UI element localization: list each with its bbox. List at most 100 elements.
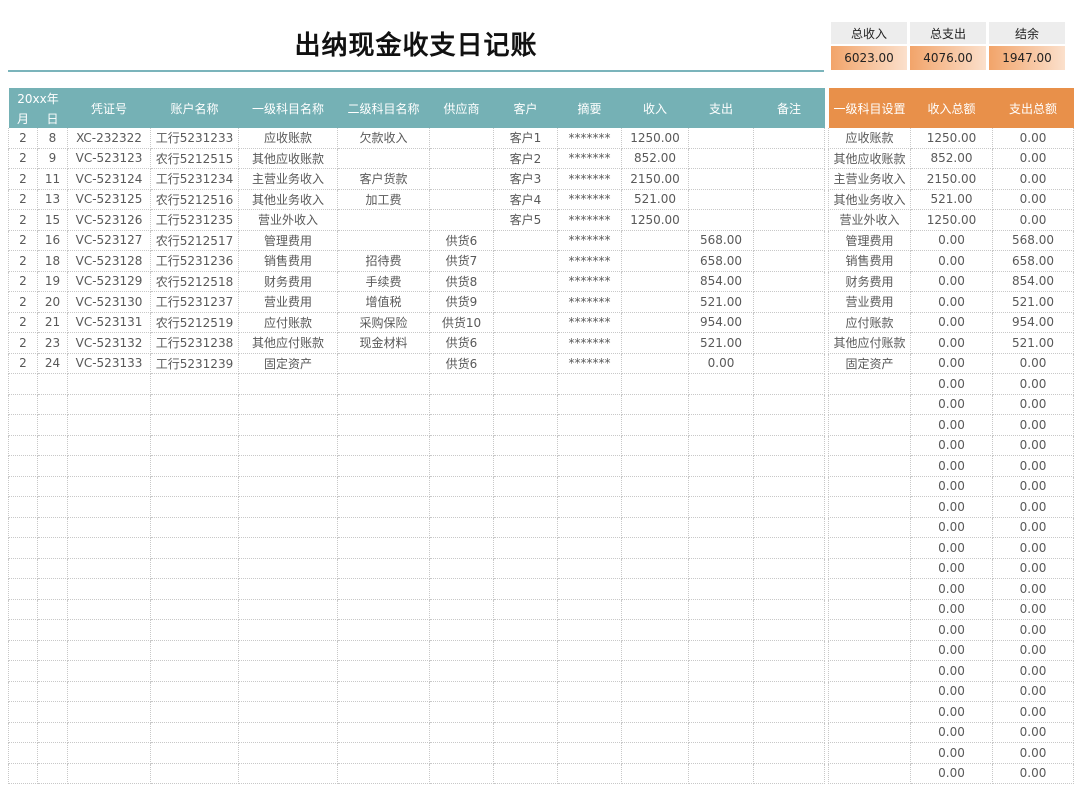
month-cell[interactable] xyxy=(8,681,38,702)
supplier-cell[interactable] xyxy=(429,128,494,149)
account-cell[interactable] xyxy=(150,496,239,518)
day-cell[interactable]: 15 xyxy=(37,209,68,231)
account-cell[interactable] xyxy=(150,660,239,682)
day-cell[interactable] xyxy=(37,537,68,559)
income-cell[interactable] xyxy=(621,537,689,559)
subject-name-cell[interactable]: 其他应付账款 xyxy=(828,332,911,354)
customer-cell[interactable] xyxy=(493,455,558,477)
expense-total-cell[interactable]: 0.00 xyxy=(992,701,1074,723)
month-cell[interactable] xyxy=(8,476,38,497)
secondary-subject-cell[interactable] xyxy=(337,763,430,784)
month-cell[interactable]: 2 xyxy=(8,271,38,292)
expense-cell[interactable] xyxy=(688,660,754,682)
customer-cell[interactable] xyxy=(493,681,558,702)
supplier-cell[interactable] xyxy=(429,209,494,231)
customer-cell[interactable] xyxy=(493,373,558,395)
expense-cell[interactable] xyxy=(688,455,754,477)
supplier-cell[interactable]: 供货6 xyxy=(429,353,494,374)
day-cell[interactable] xyxy=(37,681,68,702)
income-cell[interactable]: 852.00 xyxy=(621,148,689,169)
secondary-subject-cell[interactable] xyxy=(337,435,430,456)
expense-total-cell[interactable]: 0.00 xyxy=(992,189,1074,210)
remark-cell[interactable] xyxy=(753,353,825,374)
month-cell[interactable] xyxy=(8,455,38,477)
subject-name-cell[interactable] xyxy=(828,722,911,743)
summary-cell[interactable] xyxy=(557,681,622,702)
remark-cell[interactable] xyxy=(753,742,825,764)
secondary-subject-cell[interactable]: 手续费 xyxy=(337,271,430,292)
income-total-cell[interactable]: 0.00 xyxy=(910,414,993,436)
customer-cell[interactable] xyxy=(493,578,558,600)
supplier-cell[interactable] xyxy=(429,168,494,190)
summary-cell[interactable]: ******* xyxy=(557,209,622,231)
voucher-cell[interactable] xyxy=(67,414,151,436)
voucher-cell[interactable] xyxy=(67,722,151,743)
customer-cell[interactable] xyxy=(493,230,558,251)
account-cell[interactable] xyxy=(150,640,239,661)
expense-cell[interactable]: 854.00 xyxy=(688,271,754,292)
expense-total-cell[interactable]: 568.00 xyxy=(992,230,1074,251)
day-cell[interactable] xyxy=(37,640,68,661)
secondary-subject-cell[interactable]: 增值税 xyxy=(337,291,430,313)
income-total-cell[interactable]: 0.00 xyxy=(910,373,993,395)
customer-cell[interactable] xyxy=(493,414,558,436)
month-cell[interactable] xyxy=(8,558,38,579)
expense-cell[interactable] xyxy=(688,558,754,579)
supplier-cell[interactable] xyxy=(429,394,494,415)
month-cell[interactable]: 2 xyxy=(8,148,38,169)
income-total-cell[interactable]: 0.00 xyxy=(910,517,993,538)
expense-total-cell[interactable]: 0.00 xyxy=(992,599,1074,620)
income-total-cell[interactable]: 0.00 xyxy=(910,599,993,620)
account-cell[interactable]: 农行5212519 xyxy=(150,312,239,333)
supplier-cell[interactable]: 供货10 xyxy=(429,312,494,333)
primary-subject-cell[interactable]: 应付账款 xyxy=(238,312,338,333)
customer-cell[interactable] xyxy=(493,640,558,661)
day-cell[interactable] xyxy=(37,722,68,743)
expense-total-cell[interactable]: 0.00 xyxy=(992,619,1074,641)
remark-cell[interactable] xyxy=(753,168,825,190)
month-cell[interactable] xyxy=(8,640,38,661)
secondary-subject-cell[interactable] xyxy=(337,353,430,374)
income-total-cell[interactable]: 0.00 xyxy=(910,537,993,559)
income-cell[interactable] xyxy=(621,722,689,743)
income-total-cell[interactable]: 0.00 xyxy=(910,271,993,292)
expense-total-cell[interactable]: 0.00 xyxy=(992,455,1074,477)
voucher-cell[interactable]: VC-523132 xyxy=(67,332,151,354)
day-cell[interactable]: 11 xyxy=(37,168,68,190)
supplier-cell[interactable] xyxy=(429,476,494,497)
account-cell[interactable]: 工行5231237 xyxy=(150,291,239,313)
income-cell[interactable] xyxy=(621,312,689,333)
secondary-subject-cell[interactable] xyxy=(337,681,430,702)
income-total-cell[interactable]: 0.00 xyxy=(910,353,993,374)
customer-cell[interactable] xyxy=(493,435,558,456)
supplier-cell[interactable]: 供货6 xyxy=(429,332,494,354)
secondary-subject-cell[interactable] xyxy=(337,230,430,251)
primary-subject-cell[interactable]: 应收账款 xyxy=(238,128,338,149)
primary-subject-cell[interactable] xyxy=(238,394,338,415)
month-cell[interactable]: 2 xyxy=(8,189,38,210)
supplier-cell[interactable] xyxy=(429,455,494,477)
customer-cell[interactable] xyxy=(493,660,558,682)
subject-name-cell[interactable]: 固定资产 xyxy=(828,353,911,374)
subject-name-cell[interactable] xyxy=(828,763,911,784)
summary-cell[interactable] xyxy=(557,763,622,784)
income-total-cell[interactable]: 1250.00 xyxy=(910,209,993,231)
remark-cell[interactable] xyxy=(753,435,825,456)
expense-total-cell[interactable]: 0.00 xyxy=(992,660,1074,682)
subject-name-cell[interactable] xyxy=(828,414,911,436)
customer-cell[interactable]: 客户5 xyxy=(493,209,558,231)
expense-total-cell[interactable]: 0.00 xyxy=(992,558,1074,579)
subject-name-cell[interactable]: 营业费用 xyxy=(828,291,911,313)
month-cell[interactable] xyxy=(8,435,38,456)
summary-cell[interactable] xyxy=(557,435,622,456)
total-income-value[interactable]: 6023.00 xyxy=(831,46,907,70)
voucher-cell[interactable] xyxy=(67,701,151,723)
customer-cell[interactable] xyxy=(493,742,558,764)
voucher-cell[interactable] xyxy=(67,763,151,784)
month-cell[interactable] xyxy=(8,496,38,518)
supplier-cell[interactable] xyxy=(429,578,494,600)
supplier-cell[interactable] xyxy=(429,435,494,456)
subject-name-cell[interactable] xyxy=(828,496,911,518)
summary-cell[interactable] xyxy=(557,414,622,436)
customer-cell[interactable] xyxy=(493,619,558,641)
